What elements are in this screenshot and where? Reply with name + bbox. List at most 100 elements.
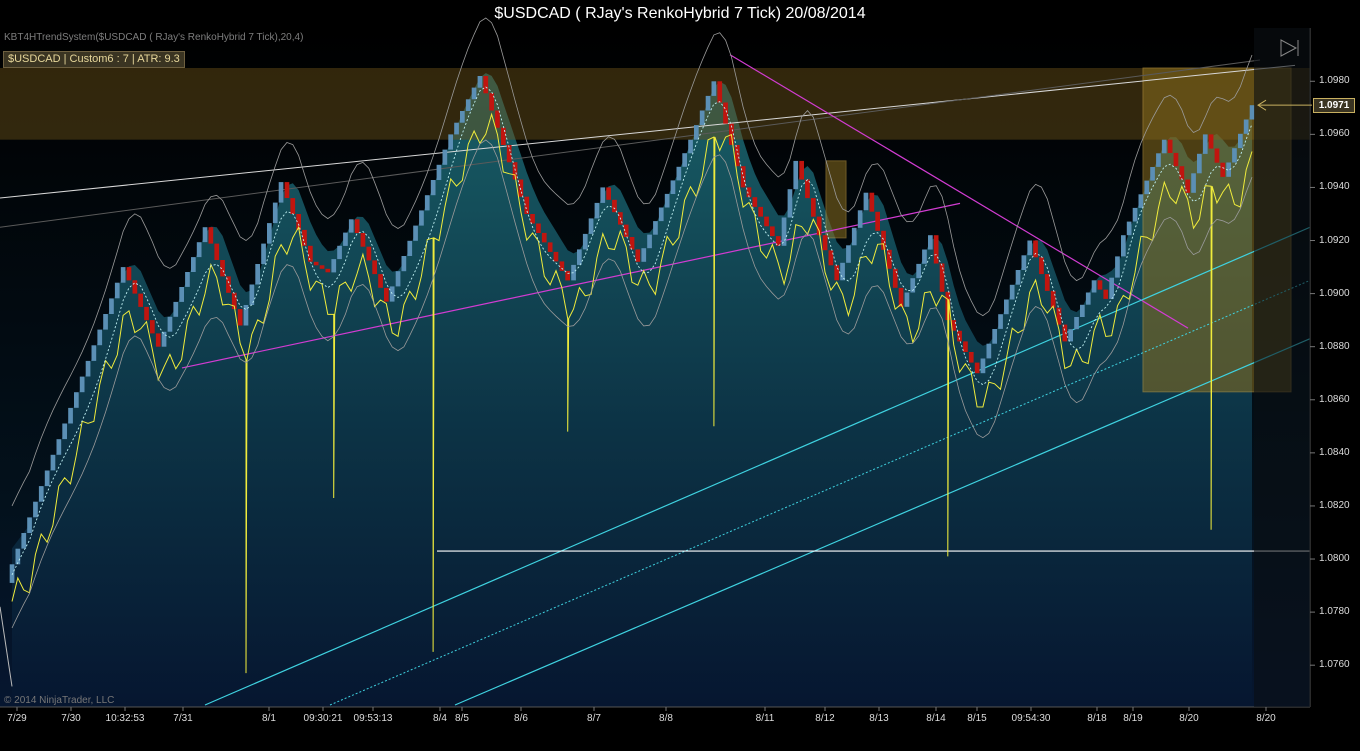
renko-brick[interactable] — [424, 195, 430, 211]
renko-brick[interactable] — [237, 309, 243, 326]
renko-brick[interactable] — [191, 257, 196, 272]
renko-brick[interactable] — [1220, 162, 1226, 177]
renko-brick[interactable] — [173, 301, 179, 317]
renko-brick[interactable] — [1039, 257, 1044, 275]
renko-brick[interactable] — [1015, 270, 1021, 285]
renko-brick[interactable] — [1097, 280, 1103, 290]
renko-brick[interactable] — [331, 259, 337, 273]
renko-brick[interactable] — [939, 263, 945, 292]
renko-brick[interactable] — [126, 267, 132, 281]
renko-brick[interactable] — [1208, 134, 1214, 149]
renko-brick[interactable] — [255, 264, 260, 285]
renko-brick[interactable] — [811, 198, 816, 217]
renko-brick[interactable] — [132, 280, 138, 294]
renko-brick[interactable] — [612, 199, 617, 213]
renko-brick[interactable] — [179, 287, 184, 302]
renko-brick[interactable] — [641, 248, 647, 262]
renko-brick[interactable] — [1009, 284, 1015, 300]
renko-brick[interactable] — [1050, 290, 1056, 308]
renko-brick[interactable] — [1062, 324, 1068, 342]
renko-brick[interactable] — [840, 262, 845, 281]
renko-brick[interactable] — [284, 182, 290, 198]
price-chart[interactable] — [0, 0, 1360, 751]
renko-brick[interactable] — [91, 345, 97, 361]
renko-brick[interactable] — [214, 243, 220, 260]
renko-brick[interactable] — [325, 268, 331, 273]
renko-brick[interactable] — [582, 233, 588, 250]
renko-brick[interactable] — [436, 164, 442, 180]
renko-brick[interactable] — [202, 227, 208, 243]
renko-brick[interactable] — [916, 263, 921, 279]
renko-brick[interactable] — [378, 274, 383, 288]
renko-brick[interactable] — [1179, 166, 1185, 180]
renko-brick[interactable] — [694, 125, 699, 140]
renko-brick[interactable] — [419, 210, 424, 226]
renko-brick[interactable] — [120, 267, 126, 283]
renko-brick[interactable] — [577, 249, 582, 265]
renko-brick[interactable] — [588, 218, 594, 234]
renko-brick[interactable] — [495, 110, 500, 128]
renko-brick[interactable] — [1074, 317, 1079, 330]
renko-brick[interactable] — [1033, 240, 1038, 258]
renko-brick[interactable] — [869, 192, 875, 212]
renko-brick[interactable] — [501, 127, 506, 145]
renko-brick[interactable] — [337, 245, 342, 260]
renko-brick[interactable] — [957, 330, 962, 342]
renko-brick[interactable] — [1004, 299, 1009, 315]
renko-brick[interactable] — [21, 533, 27, 549]
renko-brick[interactable] — [752, 197, 758, 207]
renko-brick[interactable] — [442, 149, 448, 165]
renko-brick[interactable] — [922, 249, 927, 264]
renko-brick[interactable] — [161, 331, 167, 347]
renko-brick[interactable] — [1167, 139, 1173, 153]
renko-brick[interactable] — [653, 221, 658, 235]
renko-brick[interactable] — [705, 95, 711, 111]
renko-brick[interactable] — [79, 376, 85, 393]
renko-brick[interactable] — [670, 180, 676, 194]
renko-brick[interactable] — [688, 139, 693, 154]
renko-brick[interactable] — [851, 227, 857, 246]
renko-brick[interactable] — [863, 192, 869, 211]
renko-brick[interactable] — [167, 316, 173, 332]
renko-brick[interactable] — [185, 272, 190, 287]
renko-brick[interactable] — [372, 260, 377, 275]
renko-brick[interactable] — [600, 187, 606, 203]
renko-brick[interactable] — [1132, 207, 1138, 222]
renko-brick[interactable] — [103, 314, 108, 330]
renko-brick[interactable] — [846, 245, 851, 263]
renko-brick[interactable] — [144, 306, 149, 321]
renko-brick[interactable] — [1080, 304, 1085, 317]
renko-brick[interactable] — [360, 233, 366, 247]
renko-brick[interactable] — [887, 249, 892, 269]
renko-brick[interactable] — [138, 293, 143, 307]
renko-brick[interactable] — [933, 235, 939, 264]
renko-brick[interactable] — [290, 198, 296, 214]
renko-brick[interactable] — [261, 243, 266, 265]
renko-brick[interactable] — [635, 249, 641, 262]
renko-brick[interactable] — [465, 99, 471, 111]
renko-brick[interactable] — [1138, 194, 1144, 208]
renko-brick[interactable] — [764, 216, 769, 227]
renko-brick[interactable] — [483, 76, 489, 94]
renko-brick[interactable] — [308, 245, 313, 262]
renko-brick[interactable] — [664, 193, 670, 208]
renko-brick[interactable] — [319, 265, 325, 269]
renko-brick[interactable] — [594, 202, 600, 219]
renko-brick[interactable] — [50, 454, 56, 471]
renko-brick[interactable] — [1243, 119, 1249, 134]
renko-brick[interactable] — [992, 329, 997, 344]
renko-brick[interactable] — [278, 182, 284, 203]
renko-brick[interactable] — [454, 122, 459, 135]
renko-brick[interactable] — [1144, 180, 1150, 195]
renko-brick[interactable] — [208, 227, 214, 244]
renko-brick[interactable] — [770, 226, 775, 237]
renko-brick[interactable] — [629, 237, 635, 250]
renko-brick[interactable] — [1156, 153, 1161, 167]
renko-brick[interactable] — [682, 153, 687, 167]
renko-brick[interactable] — [717, 81, 723, 103]
renko-brick[interactable] — [430, 180, 436, 196]
renko-brick[interactable] — [758, 206, 763, 217]
renko-brick[interactable] — [518, 179, 524, 197]
renko-brick[interactable] — [1115, 256, 1120, 278]
renko-brick[interactable] — [723, 102, 728, 124]
